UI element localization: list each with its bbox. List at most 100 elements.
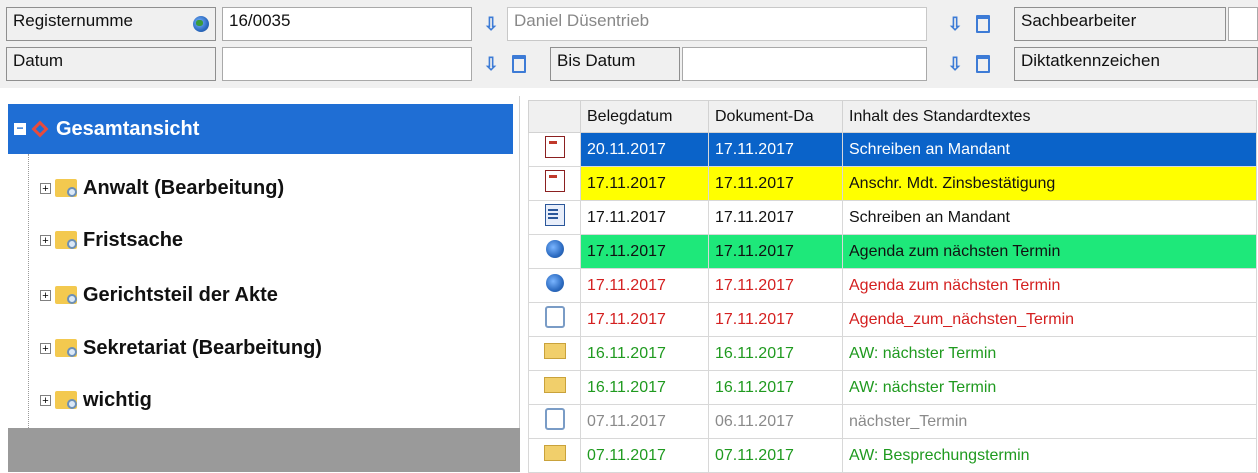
mail-icon [543, 343, 566, 359]
cell-dokument-datum: 17.11.2017 [708, 234, 843, 269]
row-icon-cell [528, 302, 581, 337]
mail-icon [543, 377, 566, 393]
table-header-row: Belegdatum Dokument-Da Inhalt des Standa… [528, 100, 1257, 133]
cell-dokument-datum: 07.11.2017 [708, 438, 843, 473]
table-row[interactable]: 17.11.2017 17.11.2017 Agenda zum nächsten … [528, 234, 1257, 269]
column-header-belegdatum[interactable]: Belegdatum [580, 100, 709, 133]
document-table: Belegdatum Dokument-Da Inhalt des Standa… [528, 100, 1257, 473]
name-field[interactable]: Daniel Düsentrieb [507, 7, 927, 41]
cell-dokument-datum: 17.11.2017 [708, 166, 843, 201]
tree-node[interactable]: + Sekretariat (Bearbeitung) [40, 334, 322, 362]
expand-icon[interactable]: + [40, 182, 51, 194]
column-header-inhalt[interactable]: Inhalt des Standardtextes [842, 100, 1257, 133]
sachbearbeiter-label: Sachbearbeiter [1014, 7, 1226, 41]
table-row[interactable]: 17.11.2017 17.11.2017 Schreiben an Mandant [528, 200, 1257, 235]
expand-icon[interactable]: + [40, 234, 51, 246]
registernummer-field[interactable]: 16/0035 [222, 7, 472, 41]
cell-belegdatum: 17.11.2017 [580, 234, 709, 269]
tree-node[interactable]: + Fristsache [40, 226, 183, 254]
globe-icon [545, 240, 564, 258]
diktatkennzeichen-label: Diktatkennzeichen [1014, 47, 1258, 81]
table-row[interactable]: 16.11.2017 16.11.2017 AW: nächster Termin [528, 336, 1257, 371]
bis-datum-label: Bis Datum [550, 47, 680, 81]
row-icon-cell [528, 132, 581, 167]
cell-inhalt: nächster_Termin [842, 404, 1257, 439]
cell-inhalt: Schreiben an Mandant [842, 200, 1257, 235]
registernummer-label: Registernumme [6, 7, 216, 41]
arrow-down-icon[interactable]: ⇩ [944, 50, 966, 78]
cell-belegdatum: 07.11.2017 [580, 438, 709, 473]
expand-icon[interactable]: + [40, 289, 51, 301]
row-icon-cell [528, 268, 581, 303]
cell-belegdatum: 17.11.2017 [580, 302, 709, 337]
cell-dokument-datum: 17.11.2017 [708, 132, 843, 167]
row-icon-cell [528, 404, 581, 439]
expand-icon[interactable]: + [40, 342, 51, 354]
row-icon-cell [528, 200, 581, 235]
cell-belegdatum: 17.11.2017 [580, 200, 709, 235]
table-row[interactable]: 07.11.2017 07.11.2017 AW: Besprechungsterm… [528, 438, 1257, 473]
expand-icon[interactable]: + [40, 394, 51, 406]
folder-search-icon [55, 286, 77, 304]
table-row[interactable]: 17.11.2017 17.11.2017 Anschr. Mdt. Zinsbes… [528, 166, 1257, 201]
trash-icon[interactable] [972, 50, 994, 78]
bis-datum-field[interactable] [682, 47, 927, 81]
cell-dokument-datum: 06.11.2017 [708, 404, 843, 439]
folder-search-icon [55, 179, 77, 197]
datum-label: Datum [6, 47, 216, 81]
row-icon-cell [528, 438, 581, 473]
table-row[interactable]: 20.11.2017 17.11.2017 Schreiben an Mandant [528, 132, 1257, 167]
table-row[interactable]: 07.11.2017 06.11.2017 nächster_Termin [528, 404, 1257, 439]
cell-belegdatum: 17.11.2017 [580, 268, 709, 303]
table-row[interactable]: 17.11.2017 17.11.2017 Agenda_zum_nächsten_… [528, 302, 1257, 337]
category-tree: − Gesamtansicht + Anwalt (Bearbeitung) +… [0, 96, 520, 472]
cell-inhalt: AW: nächster Termin [842, 370, 1257, 405]
folder-search-icon [55, 231, 77, 249]
blank-doc-icon [544, 306, 565, 328]
row-icon-cell [528, 166, 581, 201]
folder-search-icon [55, 391, 77, 409]
globe-icon [545, 274, 564, 292]
diamond-icon [31, 120, 49, 138]
cell-dokument-datum: 17.11.2017 [708, 200, 843, 235]
cell-belegdatum: 20.11.2017 [580, 132, 709, 167]
cell-inhalt: AW: nächster Termin [842, 336, 1257, 371]
filter-panel: Registernumme 16/0035 ⇩ Daniel Düsentrie… [0, 0, 1258, 88]
cell-dokument-datum: 16.11.2017 [708, 336, 843, 371]
word-icon [544, 204, 565, 226]
blank-doc-icon [544, 408, 565, 430]
globe-icon[interactable] [193, 16, 209, 32]
cell-inhalt: Anschr. Mdt. Zinsbestätigung [842, 166, 1257, 201]
column-header-dokument-datum[interactable]: Dokument-Da [708, 100, 843, 133]
tree-node[interactable]: + wichtig [40, 386, 152, 414]
table-row[interactable]: 16.11.2017 16.11.2017 AW: nächster Termin [528, 370, 1257, 405]
cell-dokument-datum: 17.11.2017 [708, 302, 843, 337]
arrow-down-icon[interactable]: ⇩ [480, 10, 502, 38]
datum-field[interactable] [222, 47, 472, 81]
arrow-down-icon[interactable]: ⇩ [480, 50, 502, 78]
tree-empty-area [8, 428, 520, 472]
row-icon-cell [528, 336, 581, 371]
cell-inhalt: Agenda zum nächsten Termin [842, 268, 1257, 303]
cell-belegdatum: 16.11.2017 [580, 336, 709, 371]
cell-belegdatum: 07.11.2017 [580, 404, 709, 439]
row-icon-cell [528, 370, 581, 405]
column-header-icon[interactable] [528, 100, 581, 133]
trash-icon[interactable] [508, 50, 530, 78]
pdf-icon [544, 170, 565, 192]
tree-node[interactable]: + Gerichtsteil der Akte [40, 281, 278, 309]
table-row[interactable]: 17.11.2017 17.11.2017 Agenda zum nächsten … [528, 268, 1257, 303]
tree-connector-line [28, 154, 29, 464]
arrow-down-icon[interactable]: ⇩ [944, 10, 966, 38]
cell-dokument-datum: 16.11.2017 [708, 370, 843, 405]
sachbearbeiter-field[interactable] [1228, 7, 1258, 41]
trash-icon[interactable] [972, 10, 994, 38]
folder-search-icon [55, 339, 77, 357]
cell-inhalt: Schreiben an Mandant [842, 132, 1257, 167]
collapse-icon[interactable]: − [14, 122, 26, 135]
tree-node-gesamtansicht[interactable]: − Gesamtansicht [8, 104, 513, 154]
cell-belegdatum: 16.11.2017 [580, 370, 709, 405]
tree-node[interactable]: + Anwalt (Bearbeitung) [40, 174, 284, 202]
cell-belegdatum: 17.11.2017 [580, 166, 709, 201]
cell-inhalt: Agenda_zum_nächsten_Termin [842, 302, 1257, 337]
